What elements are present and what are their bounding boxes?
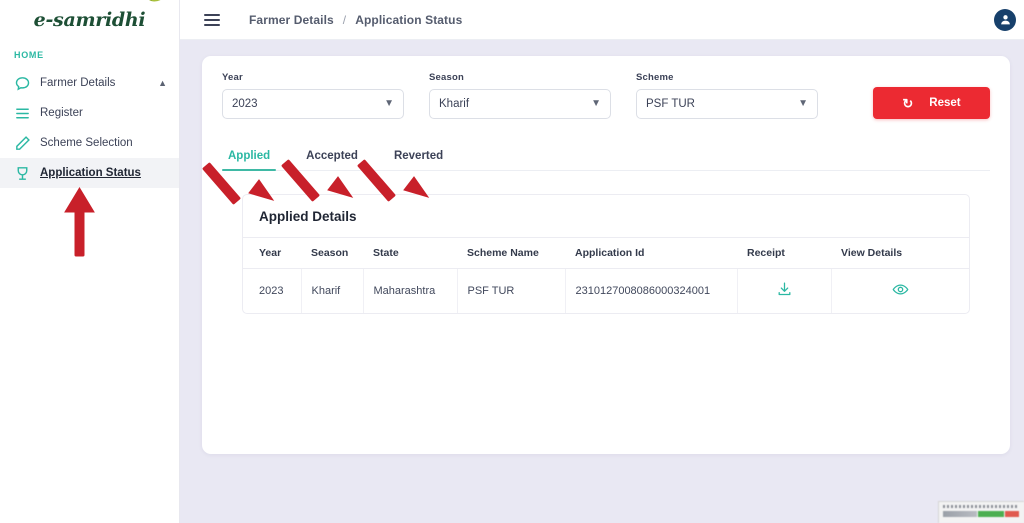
tab-applied[interactable]: Applied [222, 150, 277, 171]
column-header-receipt: Receipt [737, 237, 831, 269]
cell-application-id: 2310127008086000324001 [565, 268, 738, 313]
scheme-value: PSF TUR [646, 98, 695, 110]
sidebar-item-application-status[interactable]: Application Status [0, 158, 179, 188]
pencil-icon [14, 135, 31, 152]
sidebar-item-register[interactable]: Register [0, 98, 179, 128]
breadcrumb-separator: / [342, 12, 347, 27]
list-icon [14, 105, 31, 122]
column-header-state: State [363, 237, 457, 269]
artifact-bar [943, 511, 977, 517]
logo-text: e-samridhi [33, 9, 146, 31]
breadcrumb-parent[interactable]: Farmer Details [249, 13, 334, 27]
year-label: Year [222, 72, 243, 83]
cell-season: Kharif [301, 268, 364, 313]
sidebar-item-label: Scheme Selection [40, 137, 133, 149]
trophy-icon [14, 165, 31, 182]
hamburger-icon[interactable] [204, 11, 220, 29]
filter-bar: Year 2023 ▼ Season Kharif ▼ Scheme PSF T… [222, 72, 990, 119]
user-avatar-icon[interactable] [994, 8, 1016, 31]
breadcrumb-current[interactable]: Application Status [355, 13, 462, 27]
status-tabs: Applied Accepted Reverted [222, 150, 990, 171]
year-value: 2023 [232, 98, 258, 110]
sidebar-item-label: Farmer Details [40, 77, 116, 89]
sidebar-item-scheme-selection[interactable]: Scheme Selection [0, 128, 179, 158]
table-header-row: Year Season State Scheme Name Applicatio… [243, 237, 969, 269]
tab-reverted[interactable]: Reverted [388, 150, 449, 170]
table-title: Applied Details [259, 209, 357, 224]
cell-state: Maharashtra [363, 268, 458, 313]
main-area: Farmer Details / Application Status Year… [180, 0, 1024, 523]
year-field: Year 2023 ▼ [222, 72, 404, 119]
content-panel: Year 2023 ▼ Season Kharif ▼ Scheme PSF T… [202, 56, 1010, 454]
reset-button[interactable]: ↻ Reset [873, 87, 990, 119]
cell-receipt[interactable] [737, 268, 832, 313]
sidebar-item-label: Register [40, 107, 83, 119]
chevron-down-icon: ▼ [798, 98, 808, 109]
sidebar-section-label: HOME [14, 50, 44, 60]
eye-icon [892, 284, 909, 295]
cell-scheme-name: PSF TUR [457, 268, 566, 313]
reset-button-label: Reset [929, 97, 961, 109]
sidebar-item-label: Application Status [40, 167, 141, 179]
artifact-text-lines [943, 505, 1019, 508]
chevron-down-icon: ▼ [384, 98, 394, 109]
season-field: Season Kharif ▼ [429, 72, 611, 119]
breadcrumb: Farmer Details / Application Status [249, 13, 462, 27]
scheme-label: Scheme [636, 72, 674, 83]
applied-details-card: Applied Details Year Season State Scheme… [242, 194, 970, 314]
screen-artifact [938, 501, 1024, 523]
season-value: Kharif [439, 98, 470, 110]
leaf-icon [145, 0, 164, 5]
topbar: Farmer Details / Application Status [180, 0, 1024, 40]
column-header-year: Year [243, 237, 301, 269]
chevron-down-icon: ▼ [591, 98, 601, 109]
speech-bubble-icon [14, 75, 31, 92]
season-select[interactable]: Kharif ▼ [429, 89, 611, 119]
column-header-application-id: Application Id [565, 237, 737, 269]
artifact-bar [1005, 511, 1019, 517]
column-header-season: Season [301, 237, 363, 269]
scheme-select[interactable]: PSF TUR ▼ [636, 89, 818, 119]
sidebar-item-farmer-details[interactable]: Farmer Details ▲ [0, 68, 179, 98]
app-logo[interactable]: e-samridhi [0, 0, 179, 40]
table-head: Year Season State Scheme Name Applicatio… [243, 237, 969, 269]
column-header-scheme-name: Scheme Name [457, 237, 565, 269]
artifact-bar [978, 511, 1004, 517]
chevron-up-icon[interactable]: ▲ [158, 78, 167, 88]
column-header-view-details: View Details [831, 237, 969, 269]
table-row: 2023 Kharif Maharashtra PSF TUR 23101270… [243, 268, 969, 314]
download-icon [778, 282, 790, 296]
year-select[interactable]: 2023 ▼ [222, 89, 404, 119]
applications-table: Year Season State Scheme Name Applicatio… [243, 237, 969, 313]
season-label: Season [429, 72, 464, 83]
tab-accepted[interactable]: Accepted [300, 150, 364, 170]
sidebar: e-samridhi HOME Farmer Details ▲ Registe… [0, 0, 180, 523]
table-body: 2023 Kharif Maharashtra PSF TUR 23101270… [243, 268, 969, 314]
app-root: e-samridhi HOME Farmer Details ▲ Registe… [0, 0, 1024, 523]
cell-view-details[interactable] [831, 269, 969, 314]
scheme-field: Scheme PSF TUR ▼ [636, 72, 818, 119]
page-content: Year 2023 ▼ Season Kharif ▼ Scheme PSF T… [180, 40, 1024, 523]
refresh-icon: ↻ [902, 95, 914, 111]
cell-year: 2023 [243, 268, 302, 313]
